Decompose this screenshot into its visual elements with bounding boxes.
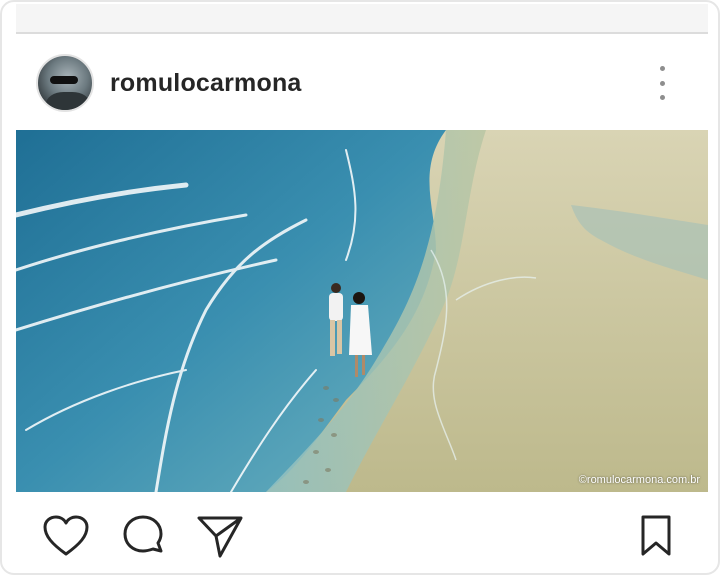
post-photo[interactable]: ©romulocarmona.com.br [16,130,708,492]
avatar[interactable] [36,54,94,112]
more-vertical-icon[interactable] [650,66,674,100]
previous-post-edge [16,4,708,34]
beach-photo [16,130,708,492]
post-card: romulocarmona ©romulocarmona.com.br [0,0,720,575]
send-icon[interactable] [196,514,244,560]
avatar-glasses [50,76,78,84]
more-dot [659,66,665,71]
more-dot [659,95,665,100]
post-header: romulocarmona [16,40,708,126]
photo-watermark: ©romulocarmona.com.br [578,474,700,486]
heart-icon[interactable] [42,514,90,558]
more-dot [659,80,665,86]
username[interactable]: romulocarmona [110,69,302,98]
bookmark-icon[interactable] [638,514,674,558]
comment-icon[interactable] [120,514,166,560]
avatar-figure [46,92,90,110]
post-actions [16,502,708,573]
